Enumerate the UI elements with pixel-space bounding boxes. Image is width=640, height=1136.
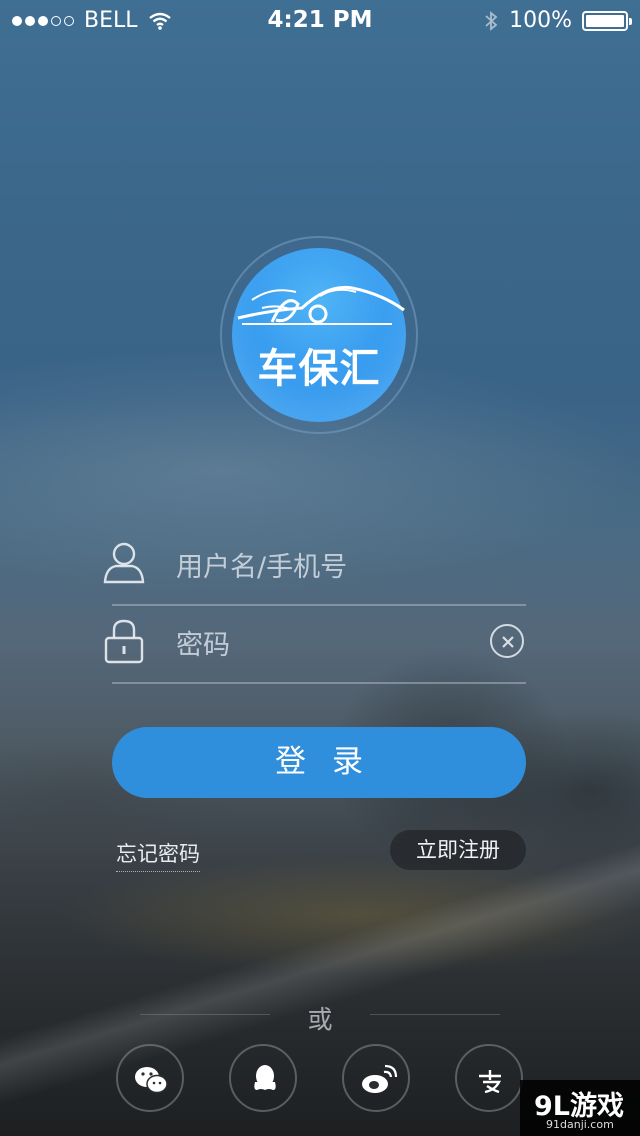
- user-icon: [103, 542, 145, 584]
- wechat-login-button[interactable]: [116, 1044, 184, 1112]
- or-divider: 或: [0, 1000, 640, 1034]
- login-button[interactable]: 登录: [112, 727, 526, 798]
- watermark: 9L游戏 91danji.com: [520, 1080, 640, 1136]
- car-icon: [237, 285, 405, 325]
- logo-text: 车保汇: [257, 346, 381, 392]
- or-label: 或: [307, 1005, 333, 1034]
- status-bar: BELL 4:21 PM 100%: [0, 0, 640, 40]
- close-icon: [502, 636, 514, 648]
- username-field: [103, 526, 526, 606]
- qq-icon: [254, 1065, 276, 1090]
- weibo-icon: [362, 1064, 398, 1093]
- password-input[interactable]: [174, 622, 478, 668]
- wechat-icon: [135, 1067, 168, 1094]
- lock-icon: [104, 619, 144, 664]
- username-input[interactable]: [174, 544, 478, 590]
- password-field: [104, 604, 526, 684]
- alipay-icon: [479, 1070, 501, 1094]
- bluetooth-icon: [485, 10, 498, 31]
- battery-icon: [582, 10, 632, 31]
- register-button[interactable]: 立即注册: [390, 830, 526, 870]
- alipay-login-button[interactable]: [455, 1044, 523, 1112]
- watermark-site: 91danji.com: [546, 1118, 614, 1131]
- forgot-password-link[interactable]: 忘记密码: [116, 838, 200, 872]
- qq-login-button[interactable]: [229, 1044, 297, 1112]
- clear-input-button[interactable]: [490, 624, 524, 658]
- divider-line-right: [370, 1014, 500, 1015]
- battery-percent: 100%: [509, 8, 572, 33]
- app-logo: 车保汇: [232, 248, 406, 422]
- weibo-login-button[interactable]: [342, 1044, 410, 1112]
